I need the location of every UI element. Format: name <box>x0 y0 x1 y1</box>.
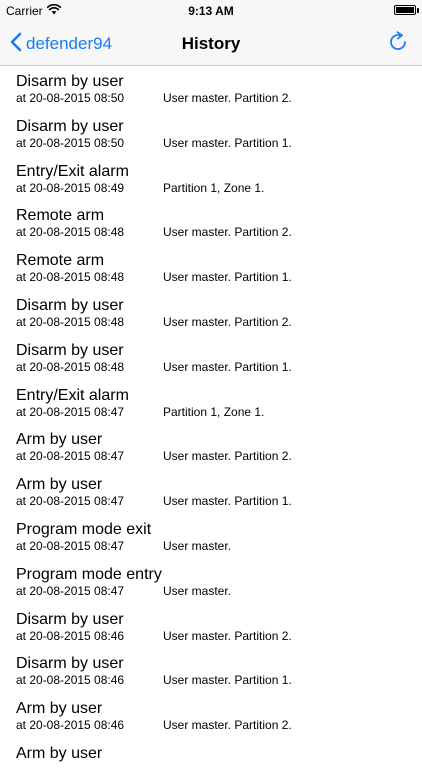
event-title: Program mode entry <box>16 565 162 583</box>
event-title: Arm by user <box>16 476 103 494</box>
event-subtitle: at 20-08-2015 08:47 User master. <box>16 539 422 554</box>
event-time: at 20-08-2015 08:46 <box>16 673 125 688</box>
page-title: History <box>181 34 241 53</box>
event-subtitle: at 20-08-2015 08:49 Partition 1, Zone 1. <box>16 181 422 196</box>
history-row[interactable]: Arm by user at 20-08-2015 08:46 User mas… <box>0 694 422 739</box>
event-title: Disarm by user <box>16 73 124 90</box>
event-time: at 20-08-2015 08:48 <box>16 225 125 240</box>
history-row[interactable]: Program mode entry at 20-08-2015 08:47 U… <box>0 560 422 605</box>
status-time: 9:13 AM <box>188 4 234 18</box>
event-title: Disarm by user <box>16 341 124 359</box>
event-subtitle: at 20-08-2015 08:47 User master. <box>16 584 422 599</box>
event-time: at 20-08-2015 08:48 <box>16 314 125 329</box>
event-time: at 20-08-2015 08:48 <box>16 359 125 374</box>
event-time: at 20-08-2015 08:47 <box>16 494 125 509</box>
event-subtitle: at 20-08-2015 08:48 User master. Partiti… <box>16 225 422 240</box>
event-time: at 20-08-2015 08:47 <box>16 404 125 419</box>
event-subtitle: at 20-08-2015 08:47 User master. Partiti… <box>16 494 422 509</box>
event-subtitle: at 20-08-2015 08:47 Partition 1, Zone 1. <box>16 405 422 420</box>
event-detail: User master. Partition 2. <box>163 91 292 105</box>
battery-fill <box>396 7 414 13</box>
event-subtitle: at 20-08-2015 08:48 User master. Partiti… <box>16 270 422 285</box>
event-subtitle: at 20-08-2015 08:47 User master. Partiti… <box>16 449 422 464</box>
event-detail: User master. Partition 1. <box>163 494 292 509</box>
event-time: at 20-08-2015 08:47 <box>16 449 125 464</box>
history-row[interactable]: Disarm by user at 20-08-2015 08:46 User … <box>0 649 422 694</box>
event-detail: User master. Partition 1. <box>163 673 292 688</box>
event-subtitle: at 20-08-2015 08:46 User master. Partiti… <box>16 629 422 644</box>
event-detail: User master. Partition 2. <box>163 628 292 643</box>
event-subtitle: at 20-08-2015 08:46 User master. Partiti… <box>16 718 422 733</box>
event-detail: User master. Partition 2. <box>163 449 292 464</box>
event-title: Disarm by user <box>16 655 124 673</box>
event-subtitle: at 20-08-2015 08:48 User master. Partiti… <box>16 360 422 375</box>
battery-icon <box>394 5 419 15</box>
history-row[interactable]: Disarm by user at 20-08-2015 08:48 User … <box>0 336 422 381</box>
event-detail: User master. Partition 1. <box>163 359 292 374</box>
history-row[interactable]: Disarm by user at 20-08-2015 08:50 User … <box>0 112 422 157</box>
event-title: Arm by user <box>16 744 103 762</box>
event-subtitle: at 20-08-2015 08:50 User master. Partiti… <box>16 136 422 151</box>
history-row[interactable]: Entry/Exit alarm at 20-08-2015 08:47 Par… <box>0 381 422 426</box>
event-time: at 20-08-2015 08:47 <box>16 583 125 598</box>
event-detail: User master. Partition 1. <box>163 270 292 285</box>
history-row[interactable]: Remote arm at 20-08-2015 08:48 User mast… <box>0 201 422 246</box>
event-detail: User master. Partition 2. <box>163 314 292 329</box>
event-time: at 20-08-2015 08:46 <box>16 718 125 733</box>
history-row[interactable]: Arm by user <box>0 739 422 784</box>
history-row[interactable]: Entry/Exit alarm at 20-08-2015 08:49 Par… <box>0 157 422 202</box>
event-detail: User master. <box>163 538 232 553</box>
event-title: Program mode exit <box>16 520 152 538</box>
event-detail: User master. Partition 1. <box>163 135 292 150</box>
event-title: Entry/Exit alarm <box>16 386 129 404</box>
history-row[interactable]: Arm by user at 20-08-2015 08:47 User mas… <box>0 470 422 515</box>
event-detail: Partition 1, Zone 1. <box>163 404 265 419</box>
event-time: at 20-08-2015 08:48 <box>16 270 125 285</box>
event-title: Entry/Exit alarm <box>16 162 129 180</box>
navigation-bar: defender94 History <box>0 22 422 66</box>
event-detail: Partition 1, Zone 1. <box>163 180 265 195</box>
history-row[interactable]: Arm by user at 20-08-2015 08:47 User mas… <box>0 425 422 470</box>
event-title: Disarm by user <box>16 610 124 628</box>
event-subtitle: at 20-08-2015 08:46 User master. Partiti… <box>16 673 422 688</box>
event-title: Remote arm <box>16 252 105 270</box>
event-subtitle: at 20-08-2015 08:50 User master. Partiti… <box>16 91 422 106</box>
event-title: Disarm by user <box>16 117 124 135</box>
event-time: at 20-08-2015 08:46 <box>16 628 125 643</box>
event-detail: User master. <box>163 583 232 598</box>
event-title: Disarm by user <box>16 296 124 314</box>
refresh-button[interactable] <box>384 30 412 58</box>
event-time: at 20-08-2015 08:49 <box>16 180 125 195</box>
history-row[interactable]: Program mode exit at 20-08-2015 08:47 Us… <box>0 515 422 560</box>
history-list: Disarm by user at 20-08-2015 08:50 User … <box>0 67 422 784</box>
history-row[interactable]: Disarm by user at 20-08-2015 08:48 User … <box>0 291 422 336</box>
history-row[interactable]: Disarm by user at 20-08-2015 08:46 User … <box>0 605 422 650</box>
event-title: Arm by user <box>16 431 103 449</box>
history-row[interactable]: Remote arm at 20-08-2015 08:48 User mast… <box>0 246 422 291</box>
refresh-icon <box>387 30 409 58</box>
status-bar: Carrier 9:13 AM <box>0 0 422 22</box>
event-title: Arm by user <box>16 700 103 718</box>
event-time: at 20-08-2015 08:50 <box>16 91 125 105</box>
event-time: at 20-08-2015 08:50 <box>16 135 125 150</box>
history-row[interactable]: Disarm by user at 20-08-2015 08:50 User … <box>0 67 422 112</box>
event-subtitle: at 20-08-2015 08:48 User master. Partiti… <box>16 315 422 330</box>
event-detail: User master. Partition 2. <box>163 718 292 733</box>
event-detail: User master. Partition 2. <box>163 225 292 240</box>
event-time: at 20-08-2015 08:47 <box>16 538 125 553</box>
event-title: Remote arm <box>16 207 105 225</box>
